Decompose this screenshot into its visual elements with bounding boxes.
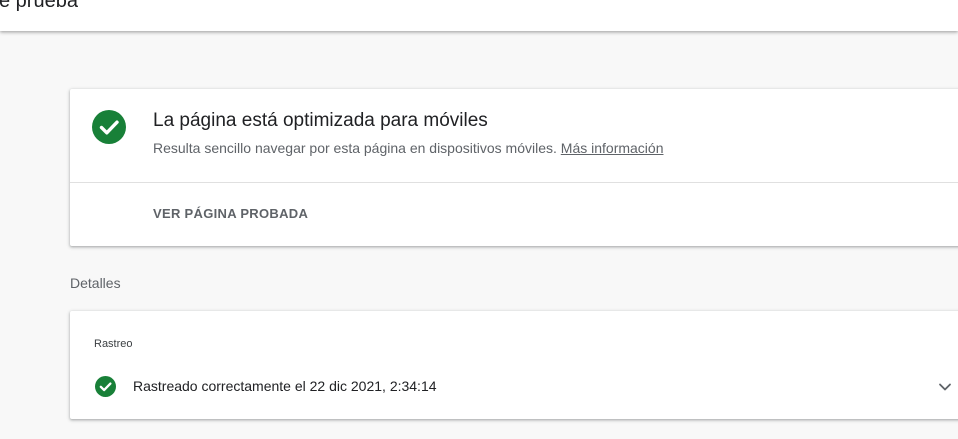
result-title: La página está optimizada para móviles xyxy=(153,110,488,131)
header-bar: e prueba xyxy=(0,0,958,31)
result-summary: La página está optimizada para móviles R… xyxy=(70,89,958,183)
crawl-card[interactable]: Rastreo Rastreado correctamente el 22 di… xyxy=(70,311,958,419)
crawl-status: Rastreado correctamente el 22 dic 2021, … xyxy=(133,378,437,394)
result-subtitle-text: Resulta sencillo navegar por esta página… xyxy=(153,140,557,156)
page-title: e prueba xyxy=(0,0,78,12)
result-subtitle: Resulta sencillo navegar por esta página… xyxy=(153,140,663,156)
view-tested-page-button[interactable]: VER PÁGINA PROBADA xyxy=(153,206,308,221)
more-info-link[interactable]: Más información xyxy=(561,140,664,156)
check-circle-icon xyxy=(95,376,116,397)
page: e prueba La página está optimizada para … xyxy=(0,0,958,439)
chevron-down-icon[interactable] xyxy=(936,378,954,396)
result-card: La página está optimizada para móviles R… xyxy=(70,89,958,246)
details-heading: Detalles xyxy=(70,275,121,291)
check-circle-icon xyxy=(92,110,126,144)
crawl-label: Rastreo xyxy=(94,338,133,350)
